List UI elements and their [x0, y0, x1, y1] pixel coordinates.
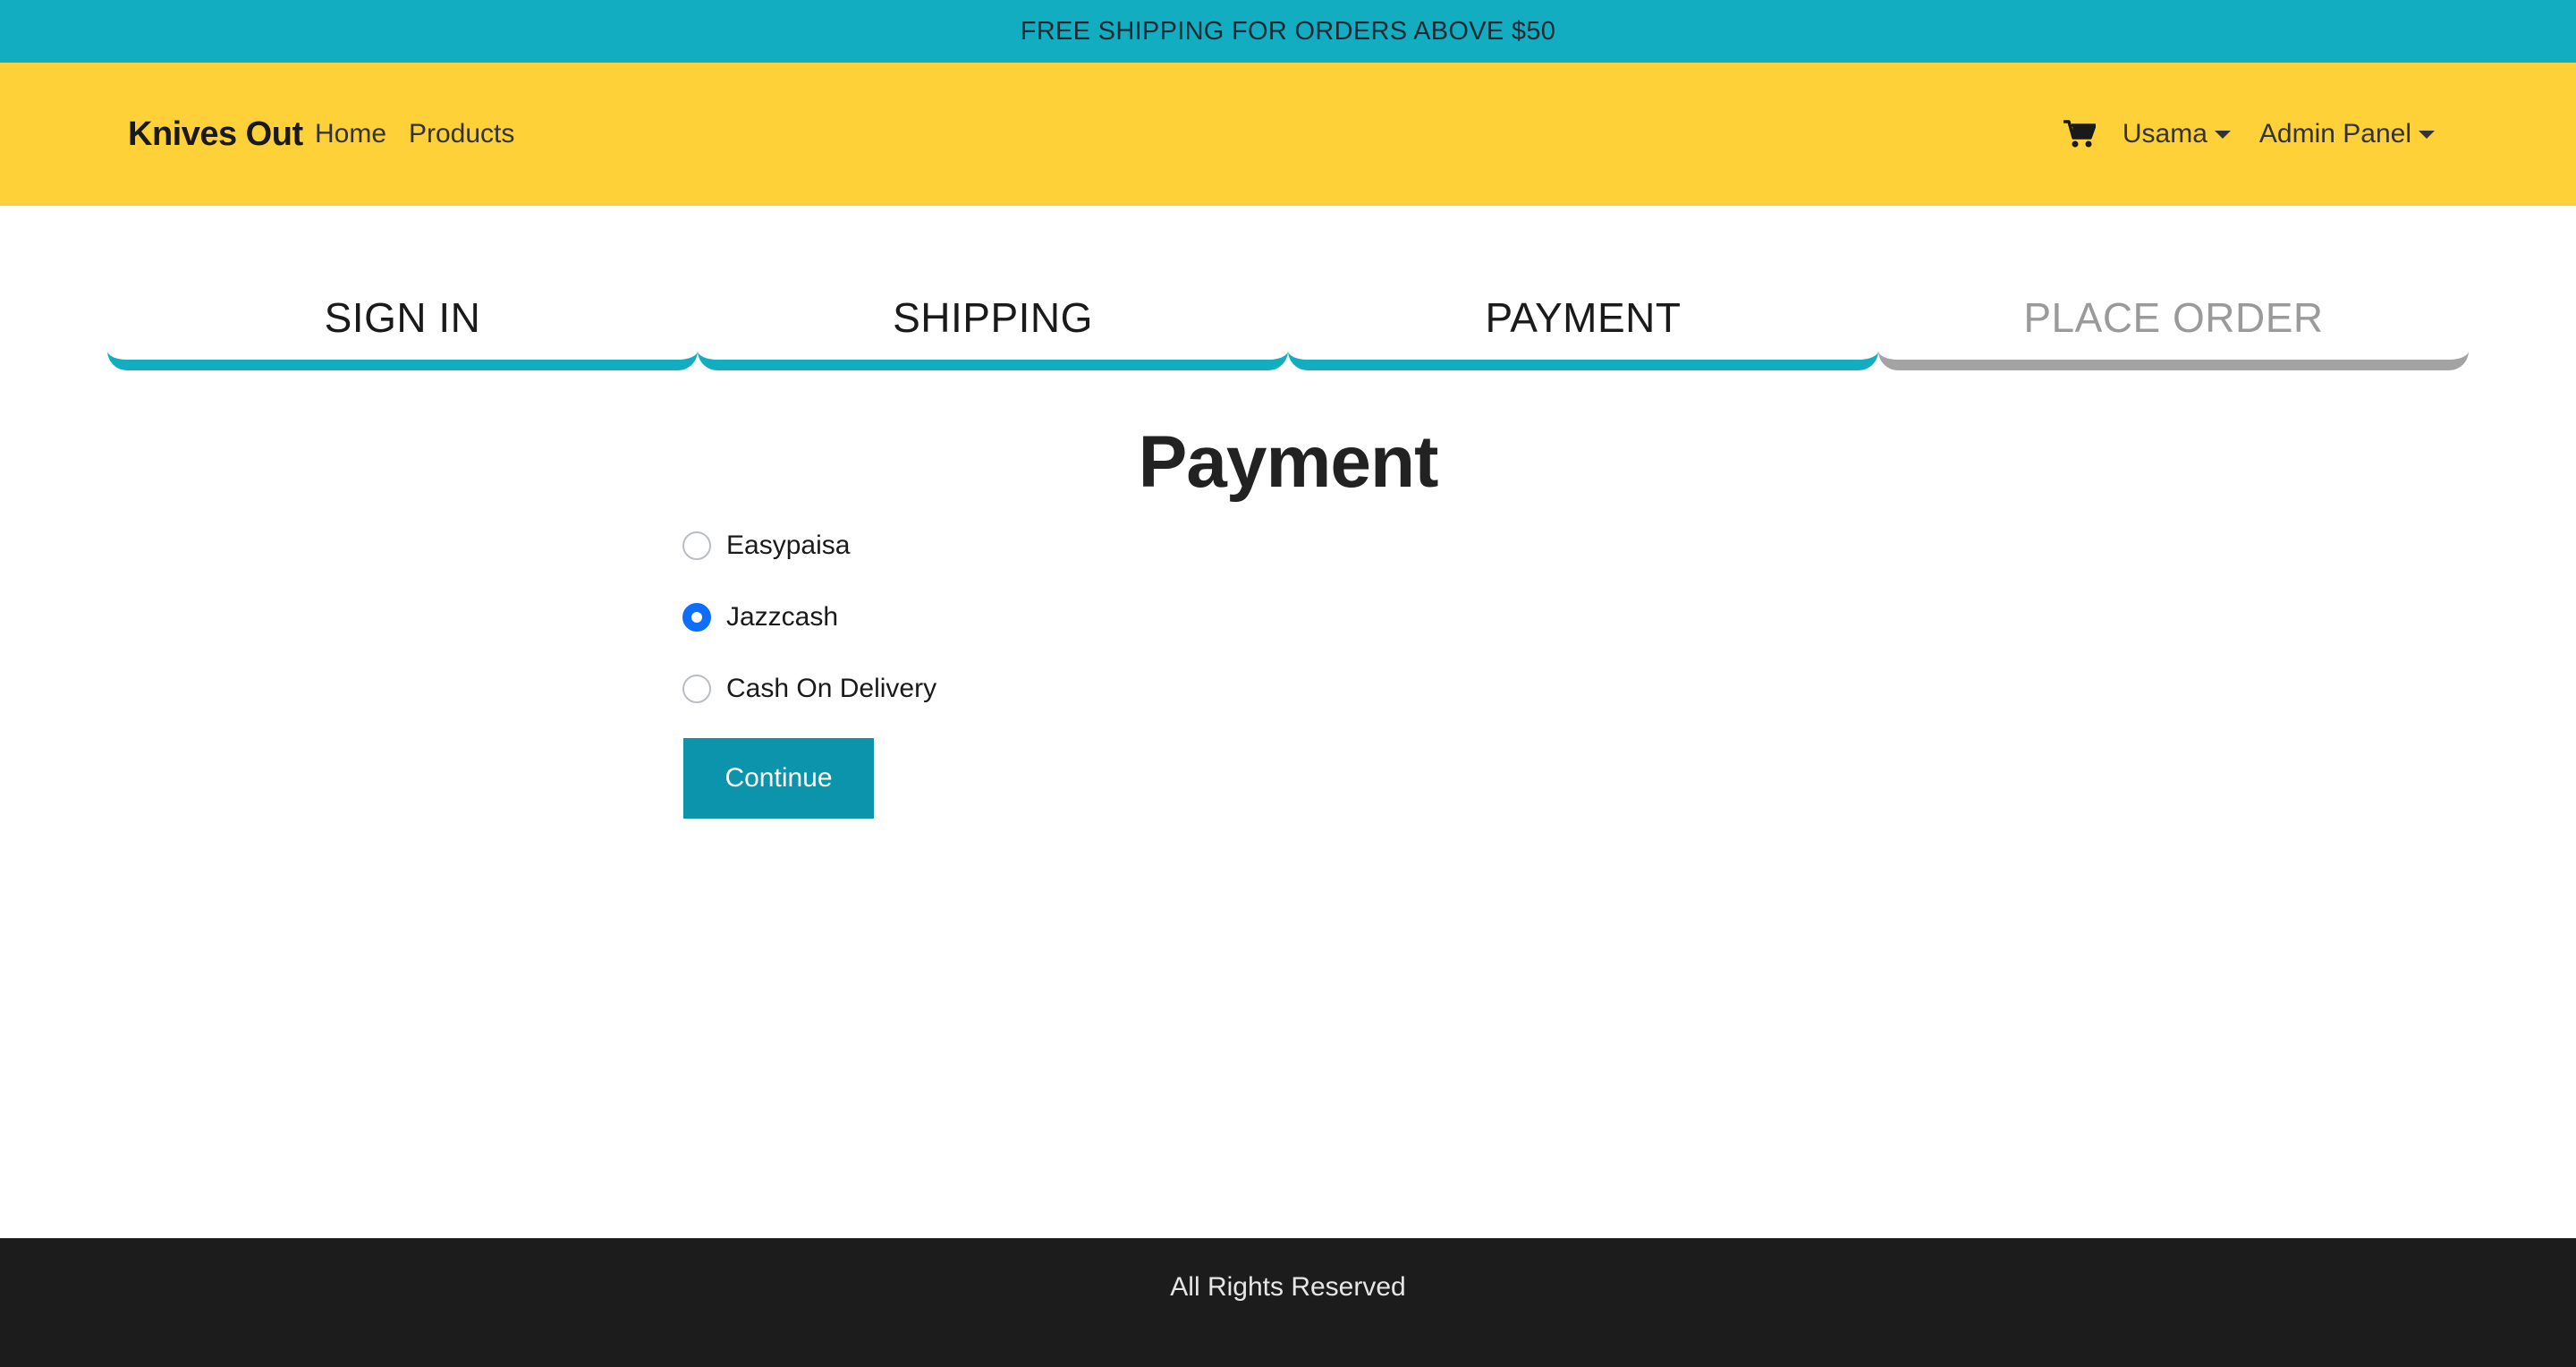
payment-option-label: Easypaisa [726, 531, 851, 560]
radio-cash-on-delivery[interactable] [682, 675, 711, 703]
step-payment[interactable]: PAYMENT [1288, 268, 1878, 370]
page-title: Payment [1138, 421, 1439, 503]
navbar-right: Usama Admin Panel [2063, 63, 2435, 206]
brand-logo[interactable]: Knives Out [128, 63, 303, 206]
continue-button[interactable]: Continue [683, 738, 874, 819]
payment-option-label: Jazzcash [726, 602, 839, 632]
chevron-down-icon [2214, 130, 2231, 139]
payment-option-label: Cash On Delivery [726, 674, 937, 703]
user-menu-dropdown[interactable]: Usama [2123, 119, 2231, 149]
step-label: PLACE ORDER [2023, 294, 2324, 341]
payment-methods: Easypaisa Jazzcash Cash On Delivery [682, 523, 936, 738]
footer-text: All Rights Reserved [1170, 1272, 1406, 1302]
user-menu-label: Usama [2122, 119, 2207, 149]
radio-easypaisa[interactable] [682, 531, 711, 560]
step-label: SHIPPING [893, 294, 1093, 341]
radio-jazzcash[interactable] [682, 603, 711, 632]
promo-text: FREE SHIPPING FOR ORDERS ABOVE $50 [1020, 16, 1556, 46]
promo-banner: FREE SHIPPING FOR ORDERS ABOVE $50 [0, 0, 2576, 63]
checkout-steps: SIGN IN SHIPPING PAYMENT PLACE ORDER [107, 268, 2469, 376]
footer: All Rights Reserved [0, 1238, 2576, 1367]
shopping-cart-icon-glyph [2063, 120, 2096, 148]
step-place-order: PLACE ORDER [1878, 268, 2469, 370]
step-label: SIGN IN [324, 294, 481, 341]
payment-option-jazzcash[interactable]: Jazzcash [682, 595, 936, 640]
step-label: PAYMENT [1485, 294, 1682, 341]
admin-panel-label: Admin Panel [2258, 119, 2411, 149]
shopping-cart-icon[interactable] [2063, 119, 2096, 149]
admin-panel-dropdown[interactable]: Admin Panel [2259, 119, 2435, 149]
nav-link-home[interactable]: Home [315, 63, 386, 206]
nav-link-products[interactable]: Products [409, 63, 514, 206]
payment-option-easypaisa[interactable]: Easypaisa [682, 523, 936, 568]
step-sign-in[interactable]: SIGN IN [107, 268, 698, 370]
navbar: Knives Out Home Products Usama Admin Pan… [0, 63, 2576, 206]
step-shipping[interactable]: SHIPPING [698, 268, 1288, 370]
payment-option-cash-on-delivery[interactable]: Cash On Delivery [682, 667, 936, 711]
chevron-down-icon [2419, 130, 2435, 139]
